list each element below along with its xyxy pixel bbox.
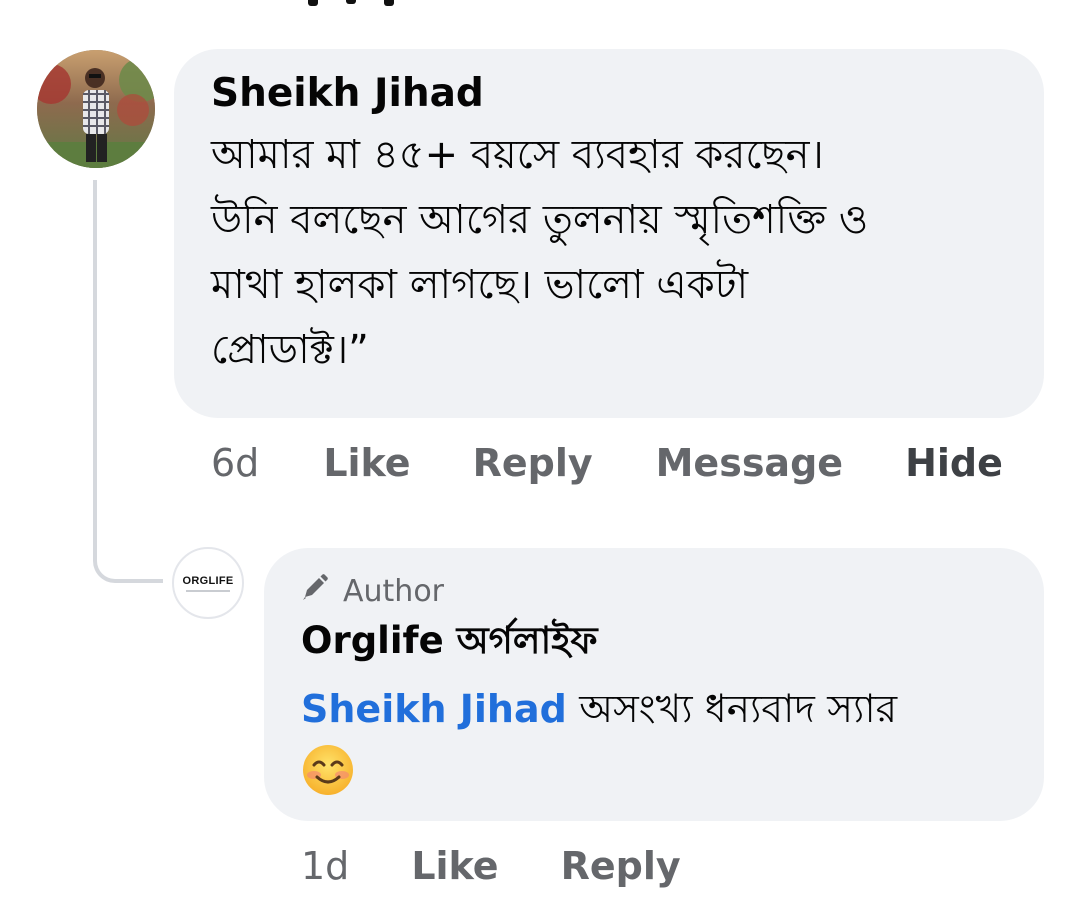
reply-like-button[interactable]: Like <box>411 844 498 888</box>
comment-actions: 6d Like Reply Message Hide <box>211 438 1003 488</box>
reply-actions: 1d Like Reply <box>301 841 681 891</box>
comment-body: আমার মা ৪৫+ বয়সে ব্যবহার করছেন। উনি বলছ… <box>211 123 1010 383</box>
reply-author-name[interactable]: Orglife অর্গলাইফ <box>301 616 1014 666</box>
reply-bubble: Author Orglife অর্গলাইফ Sheikh Jihad অসং… <box>264 548 1044 821</box>
smiling-face-icon <box>301 743 355 814</box>
avatar[interactable] <box>37 50 155 168</box>
comment-line: প্রোডাক্ট।” <box>211 327 369 373</box>
page-avatar[interactable]: ORGLIFE <box>172 547 244 619</box>
clipped-previous-text <box>300 0 420 8</box>
logo-tagline-mark <box>186 590 230 592</box>
reply-text: অসংখ্য ধন্যবাদ স্যার <box>579 687 898 732</box>
author-badge: Author <box>301 570 1014 612</box>
like-button[interactable]: Like <box>323 441 410 485</box>
reply-body: Sheikh Jihad অসংখ্য ধন্যবাদ স্যার <box>301 680 1014 814</box>
comment-line: আমার মা ৪৫+ বয়সে ব্যবহার করছেন। <box>211 132 824 178</box>
author-badge-label: Author <box>343 573 445 609</box>
thread-connector <box>93 180 163 583</box>
message-button[interactable]: Message <box>656 441 843 485</box>
comment-timestamp[interactable]: 6d <box>211 441 259 485</box>
reply-reply-button[interactable]: Reply <box>561 844 681 888</box>
pen-icon <box>301 573 329 609</box>
orglife-logo: ORGLIFE <box>182 575 234 587</box>
reply-button[interactable]: Reply <box>473 441 593 485</box>
reply-timestamp[interactable]: 1d <box>301 844 349 888</box>
comment-line: মাথা হালকা লাগছে। ভালো একটা <box>211 262 749 308</box>
comment-author-name[interactable]: Sheikh Jihad <box>211 71 1010 117</box>
hide-button[interactable]: Hide <box>905 441 1003 485</box>
mention-link[interactable]: Sheikh Jihad <box>301 687 567 731</box>
comment-line: উনি বলছেন আগের তুলনায় স্মৃতিশক্তি ও <box>211 197 869 243</box>
comment-bubble: Sheikh Jihad আমার মা ৪৫+ বয়সে ব্যবহার ক… <box>174 49 1044 418</box>
